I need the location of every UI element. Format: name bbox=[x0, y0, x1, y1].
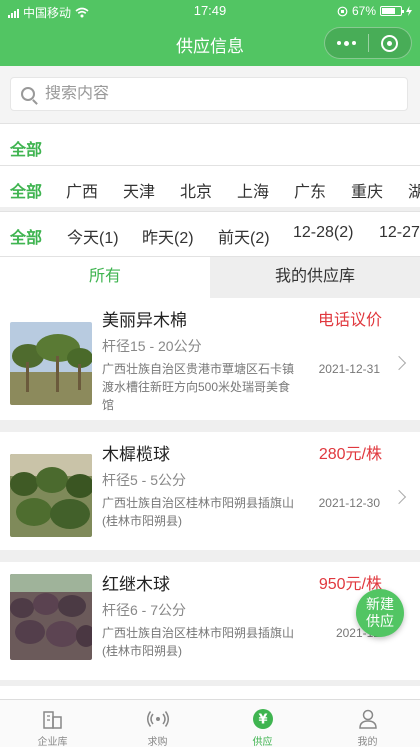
top-bar: 中国移动 17:49 67% 供应信息 bbox=[0, 0, 420, 66]
region-option-shanghai[interactable]: 上海 bbox=[237, 178, 269, 202]
listing-name: 木樨榄球 bbox=[102, 445, 170, 464]
listing-price: 电话议价 bbox=[317, 312, 382, 329]
clock: 17:49 bbox=[193, 3, 227, 18]
listing-name: 红继木球 bbox=[102, 575, 170, 594]
search-icon bbox=[21, 87, 35, 101]
listing-photo bbox=[10, 454, 92, 537]
tabbar-item-enterprise[interactable]: 企业库 bbox=[0, 700, 105, 747]
tabbar-label: 供应 bbox=[252, 737, 273, 747]
bottom-tab-bar: 企业库 求购 ¥ 供应 我的 bbox=[0, 699, 420, 747]
tabbar-item-purchase[interactable]: 求购 bbox=[105, 700, 210, 747]
tabbar-item-mine[interactable]: 我的 bbox=[315, 700, 420, 747]
listing-card[interactable]: 木樨榄球 280元/株 杆径5 - 5公分 广西壮族自治区桂林市阳朔县插旗山(桂… bbox=[0, 432, 420, 550]
chevron-right-icon bbox=[391, 489, 407, 505]
listing-address: 广西壮族自治区贵港市覃塘区石卡镇渡水槽往新旺方向500米处瑞哥美食馆 bbox=[102, 362, 295, 412]
building-icon bbox=[42, 711, 62, 729]
new-supply-button[interactable]: 新建 供应 bbox=[356, 589, 404, 637]
search-section bbox=[0, 66, 420, 123]
region-filter: 全部 广西 天津 北京 上海 广东 重庆 湖 bbox=[0, 165, 420, 207]
charging-icon bbox=[406, 6, 412, 16]
tab-my-supply[interactable]: 我的供应库 bbox=[210, 257, 420, 298]
category-option-all[interactable]: 全部 bbox=[10, 136, 42, 160]
listing-name: 美丽异木棉 bbox=[102, 311, 187, 330]
date-filter: 全部 今天(1) 昨天(2) 前天(2) 12-28(2) 12-27 bbox=[0, 211, 420, 256]
region-option-beijing[interactable]: 北京 bbox=[180, 178, 212, 202]
search-box[interactable] bbox=[10, 77, 408, 111]
search-input[interactable] bbox=[45, 85, 375, 103]
wifi-icon bbox=[75, 7, 89, 18]
date-option-yesterday[interactable]: 昨天(2) bbox=[142, 224, 194, 248]
yen-icon: ¥ bbox=[252, 709, 273, 729]
list-tabs: 所有 我的供应库 bbox=[0, 256, 420, 298]
listing-address: 广西壮族自治区桂林市阳朔县插旗山(桂林市阳朔县) bbox=[102, 496, 295, 528]
tabbar-label: 企业库 bbox=[37, 737, 68, 747]
listing-price: 280元/株 bbox=[318, 446, 382, 463]
mini-program-capsule bbox=[324, 27, 412, 59]
date-option-12-27[interactable]: 12-27 bbox=[379, 224, 420, 242]
battery-percent: 67% bbox=[351, 4, 376, 18]
listing-address: 广西壮族自治区桂林市阳朔县插旗山(桂林市阳朔县) bbox=[102, 626, 295, 658]
region-option-all[interactable]: 全部 bbox=[10, 178, 42, 202]
category-filter: 全部 bbox=[0, 123, 420, 165]
region-option-guangxi[interactable]: 广西 bbox=[66, 178, 98, 202]
battery-icon bbox=[380, 6, 404, 16]
tabbar-item-supply[interactable]: ¥ 供应 bbox=[210, 700, 315, 747]
listing-spec: 杆径5 - 5公分 bbox=[102, 472, 187, 488]
signal-icon bbox=[146, 711, 169, 727]
listing-photo bbox=[10, 574, 92, 660]
region-option-hunan[interactable]: 湖 bbox=[408, 178, 420, 202]
date-option-all[interactable]: 全部 bbox=[10, 224, 42, 248]
listing-photo bbox=[10, 322, 92, 405]
svg-text:¥: ¥ bbox=[258, 713, 267, 728]
tabbar-label: 我的 bbox=[357, 737, 378, 747]
region-option-tianjin[interactable]: 天津 bbox=[123, 178, 155, 202]
date-option-12-28[interactable]: 12-28(2) bbox=[293, 224, 353, 242]
listing-spec: 杆径15 - 20公分 bbox=[102, 338, 202, 354]
more-icon[interactable] bbox=[325, 40, 368, 46]
tab-all[interactable]: 所有 bbox=[0, 257, 210, 298]
person-icon bbox=[358, 709, 377, 729]
date-option-today[interactable]: 今天(1) bbox=[67, 224, 119, 248]
listing-spec: 杆径6 - 7公分 bbox=[102, 602, 187, 618]
listing-card[interactable]: 美丽异木棉 电话议价 杆径15 - 20公分 广西壮族自治区贵港市覃塘区石卡镇渡… bbox=[0, 298, 420, 420]
listing-date: 2021-12-30 bbox=[318, 496, 380, 510]
region-option-chongqing[interactable]: 重庆 bbox=[351, 178, 383, 202]
signal-icon bbox=[8, 8, 19, 18]
region-option-guangdong[interactable]: 广东 bbox=[294, 178, 326, 202]
date-option-day-before[interactable]: 前天(2) bbox=[218, 224, 270, 248]
orientation-lock-icon bbox=[337, 6, 348, 16]
chevron-right-icon bbox=[391, 355, 407, 371]
listing-date: 2021-12-31 bbox=[318, 362, 380, 376]
carrier-label: 中国移动 bbox=[23, 6, 72, 20]
close-target-icon[interactable] bbox=[369, 34, 411, 52]
status-bar: 中国移动 17:49 67% bbox=[8, 3, 412, 21]
tabbar-label: 求购 bbox=[147, 737, 168, 747]
